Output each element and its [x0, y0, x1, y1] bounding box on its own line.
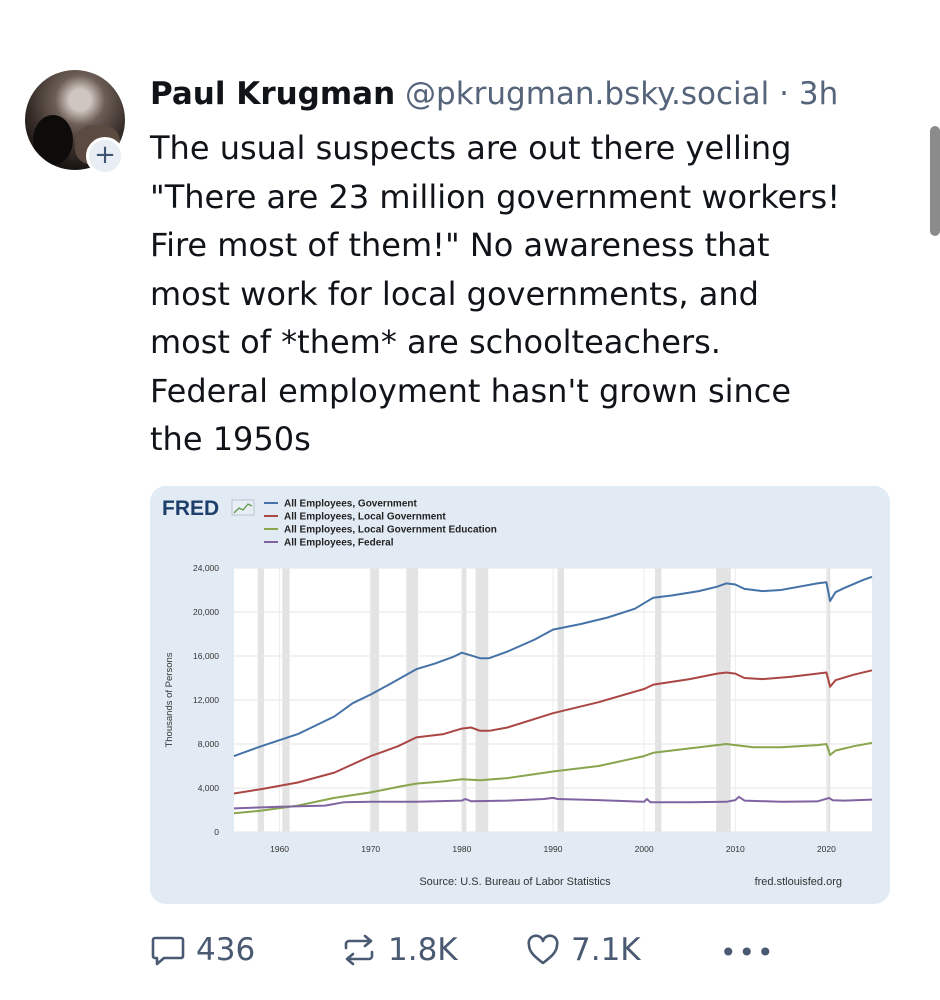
header-separator: ·	[779, 76, 789, 112]
y-tick-label: 24,000	[193, 563, 219, 573]
y-tick-label: 8,000	[198, 739, 220, 749]
x-tick-label: 1960	[270, 844, 289, 854]
x-tick-label: 2010	[726, 844, 745, 854]
y-tick-label: 4,000	[198, 783, 220, 793]
y-tick-label: 16,000	[193, 651, 219, 661]
x-tick-label: 1990	[544, 844, 563, 854]
chart-image[interactable]: FRED All Employees, Government All Employ…	[150, 486, 890, 904]
author-handle[interactable]: @pkrugman.bsky.social	[405, 76, 769, 112]
avatar-shade	[33, 115, 73, 165]
post-actions: 436 1.8K 7.1K •••	[150, 922, 790, 978]
post-header: Paul Krugman @pkrugman.bsky.social · 3h	[150, 72, 838, 116]
post-timestamp[interactable]: 3h	[799, 76, 838, 112]
repost-button[interactable]: 1.8K	[340, 922, 458, 978]
fred-chart: FRED All Employees, Government All Employ…	[150, 486, 890, 904]
fred-logo-icon	[231, 499, 255, 516]
more-options-button[interactable]: •••	[720, 936, 776, 969]
reply-button[interactable]: 436	[150, 922, 255, 978]
post-text: The usual suspects are out there yelling…	[150, 129, 841, 458]
y-tick-label: 0	[214, 827, 219, 837]
repost-icon	[344, 934, 374, 966]
x-tick-label: 1970	[361, 844, 380, 854]
y-axis-label: Thousands of Persons	[164, 652, 175, 747]
chart-source: Source: U.S. Bureau of Labor Statistics	[419, 876, 611, 888]
scrollbar[interactable]	[930, 126, 940, 236]
x-tick-label: 1980	[452, 844, 471, 854]
legend-label: All Employees, Government	[284, 499, 417, 510]
legend-label: All Employees, Local Government Educatio…	[284, 525, 497, 536]
author-name[interactable]: Paul Krugman	[150, 76, 395, 112]
x-tick-label: 2020	[817, 844, 836, 854]
legend-label: All Employees, Local Government	[284, 512, 446, 523]
chart-site: fred.stlouisfed.org	[755, 876, 842, 888]
like-count: 7.1K	[571, 932, 641, 968]
follow-plus-icon[interactable]: +	[86, 137, 124, 175]
reply-icon	[151, 936, 185, 966]
heart-icon	[527, 934, 559, 965]
y-tick-label: 20,000	[193, 607, 219, 617]
x-tick-label: 2000	[635, 844, 654, 854]
y-tick-label: 12,000	[193, 695, 219, 705]
like-button[interactable]: 7.1K	[525, 922, 641, 978]
reply-count: 436	[196, 932, 256, 968]
fred-logo: FRED	[162, 497, 219, 520]
legend-label: All Employees, Federal	[284, 538, 394, 549]
repost-count: 1.8K	[388, 932, 458, 968]
